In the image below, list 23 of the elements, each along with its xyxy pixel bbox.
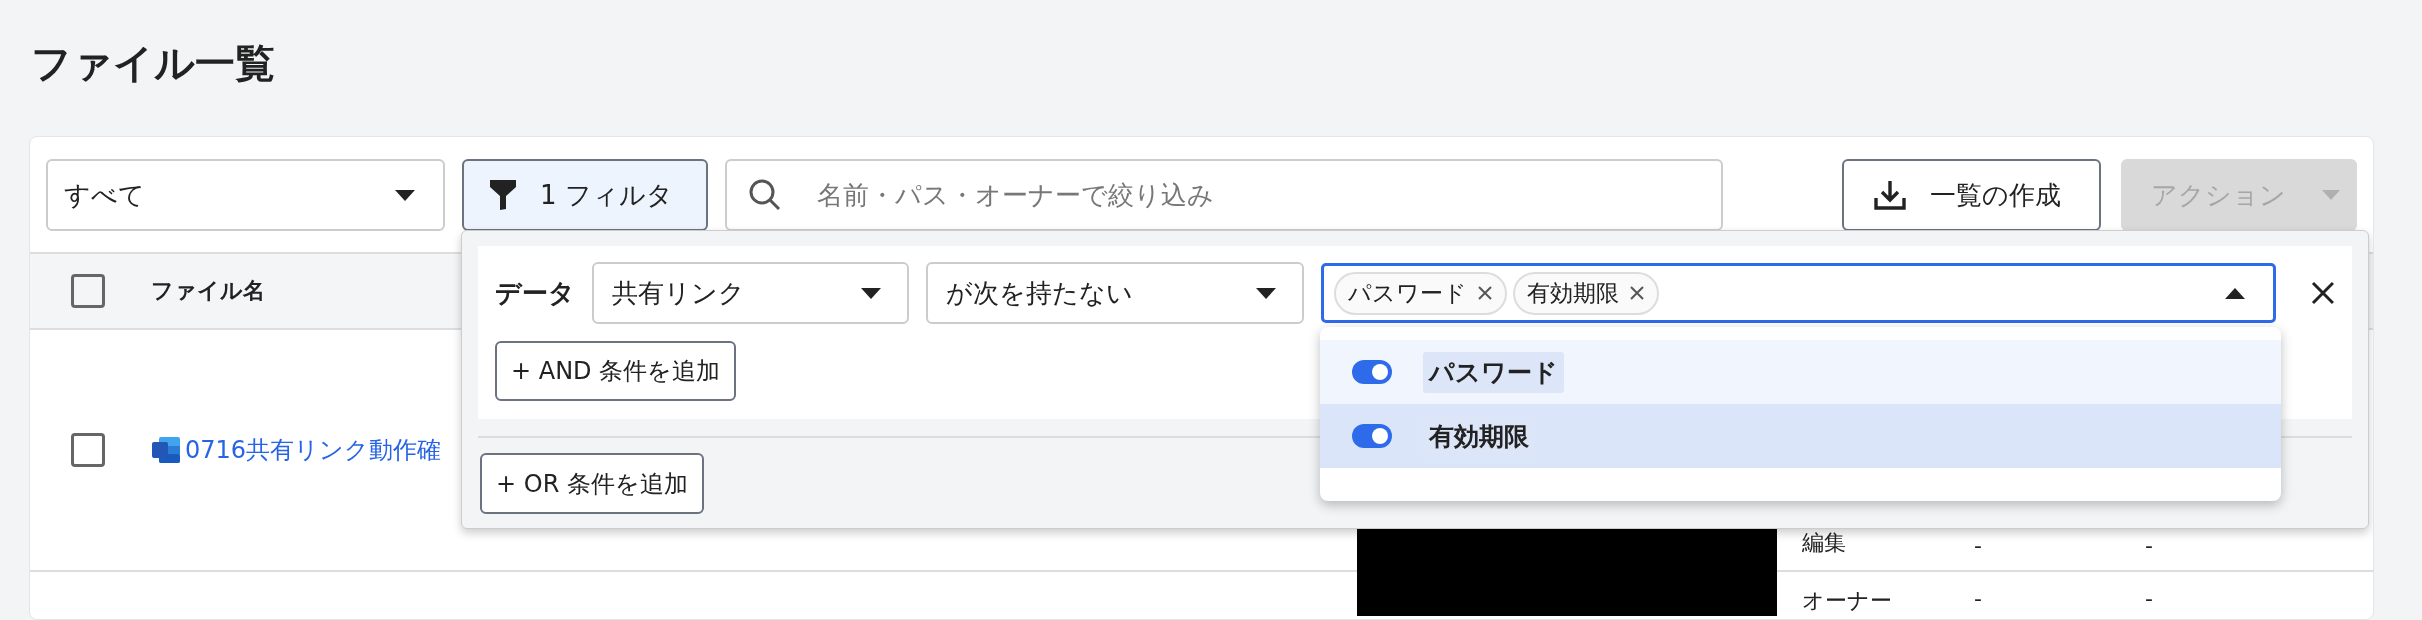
table-cell: - xyxy=(1974,533,1982,558)
add-and-condition-button[interactable]: + AND 条件を追加 xyxy=(495,341,737,401)
value-chip[interactable]: 有効期限 xyxy=(1513,271,1660,315)
option-row[interactable]: パスワード xyxy=(1320,340,2281,404)
table-cell: - xyxy=(1974,586,1982,611)
page-title: ファイル一覧 xyxy=(31,39,275,88)
export-button[interactable]: 一覧の作成 xyxy=(1842,159,2101,231)
role-text: 編集 xyxy=(1802,529,1846,557)
role-text: オーナー xyxy=(1802,587,1892,615)
operator-select[interactable]: が次を持たない xyxy=(926,262,1305,324)
option-row[interactable]: 有効期限 xyxy=(1320,404,2281,468)
condition-label: データ xyxy=(495,276,575,310)
table-cell: - xyxy=(2145,586,2153,611)
search-field[interactable]: 名前・パス・オーナーで絞り込み xyxy=(725,159,1723,231)
file-link[interactable]: 0716共有リンク動作確 xyxy=(185,434,442,466)
scope-select[interactable]: すべて xyxy=(46,159,445,231)
column-header[interactable]: ファイル名 xyxy=(151,276,265,306)
table-cell: - xyxy=(2145,533,2153,558)
field-select[interactable]: 共有リンク xyxy=(592,262,910,324)
value-select[interactable]: パスワード 有効期限 xyxy=(1321,263,2277,323)
value-chip[interactable]: パスワード xyxy=(1334,271,1508,315)
filter-button[interactable]: 1 フィルタ xyxy=(462,159,708,231)
add-or-condition-button[interactable]: + OR 条件を追加 xyxy=(480,453,704,514)
